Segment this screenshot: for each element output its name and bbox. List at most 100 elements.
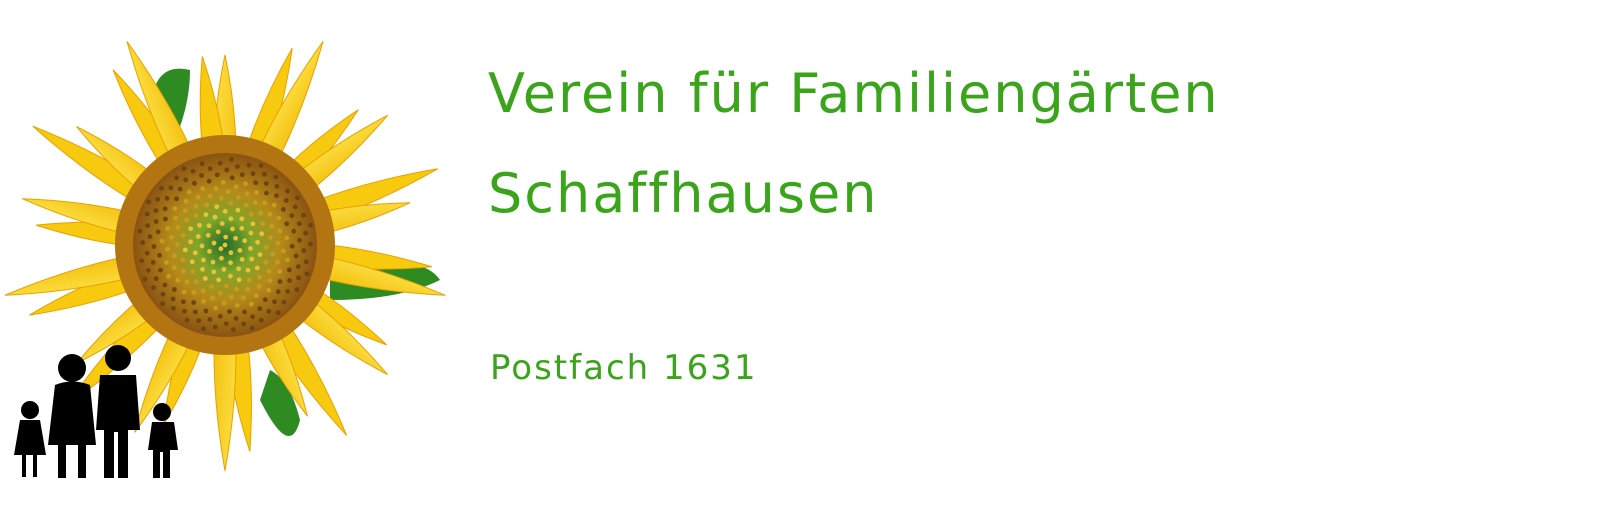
seed xyxy=(294,195,300,201)
seed xyxy=(217,313,223,319)
seed xyxy=(193,309,198,315)
seed xyxy=(145,268,151,273)
seed xyxy=(162,206,168,212)
seed xyxy=(181,289,187,295)
seed xyxy=(250,314,256,320)
seed xyxy=(243,181,248,187)
seed xyxy=(228,294,234,300)
seed xyxy=(296,221,302,227)
seed xyxy=(191,290,197,295)
seed xyxy=(224,167,230,173)
seed xyxy=(235,194,241,200)
seed xyxy=(180,268,186,274)
seed xyxy=(289,213,295,219)
seed xyxy=(219,255,224,261)
seed xyxy=(257,252,263,257)
seed xyxy=(159,238,165,244)
seed xyxy=(188,239,194,245)
seed xyxy=(145,223,151,228)
seed xyxy=(222,242,228,248)
seed xyxy=(276,215,282,221)
seed xyxy=(212,324,218,330)
seed xyxy=(207,317,213,322)
seed xyxy=(285,188,290,194)
seed xyxy=(169,234,174,240)
seed xyxy=(201,326,206,332)
seed xyxy=(166,273,172,279)
seed xyxy=(239,172,245,178)
seed xyxy=(281,248,286,254)
seed xyxy=(183,198,189,204)
seed xyxy=(258,163,264,168)
seed xyxy=(225,189,231,195)
seed xyxy=(236,277,242,283)
seed xyxy=(181,166,187,171)
seed xyxy=(304,271,310,277)
seed xyxy=(195,234,201,239)
seed xyxy=(160,291,166,297)
seed xyxy=(204,202,210,208)
seed xyxy=(259,231,265,237)
seed xyxy=(284,221,290,227)
seed xyxy=(245,267,251,273)
seed xyxy=(193,213,199,219)
seed xyxy=(269,223,275,229)
seed xyxy=(144,211,150,217)
seed xyxy=(254,265,260,271)
seed xyxy=(184,317,190,323)
seed xyxy=(170,296,176,302)
seed xyxy=(182,247,188,253)
seed xyxy=(249,325,255,331)
seed xyxy=(212,214,218,220)
seed xyxy=(192,180,197,186)
seed xyxy=(280,207,286,212)
seed xyxy=(228,250,234,256)
seed xyxy=(182,208,188,214)
seed xyxy=(262,171,267,177)
seed xyxy=(175,277,181,283)
seed xyxy=(253,180,259,186)
seed xyxy=(199,173,204,178)
seed xyxy=(241,295,246,301)
seed xyxy=(264,244,269,250)
seed xyxy=(151,285,156,291)
seed xyxy=(165,246,170,252)
seed xyxy=(195,194,201,200)
seed xyxy=(189,259,195,265)
seed xyxy=(223,234,229,240)
seed xyxy=(173,215,178,221)
seed xyxy=(157,252,162,258)
association-title-line-2: Schaffhausen xyxy=(488,162,879,225)
seed xyxy=(196,318,202,324)
seed xyxy=(180,257,186,263)
seed xyxy=(264,190,269,196)
seed xyxy=(301,248,307,253)
seed xyxy=(188,226,194,232)
seed xyxy=(175,242,180,247)
seed xyxy=(200,288,206,294)
seed xyxy=(274,183,280,189)
seed xyxy=(233,184,239,190)
seed xyxy=(162,282,168,288)
seed xyxy=(190,168,196,174)
seed xyxy=(248,246,253,251)
seed xyxy=(200,266,205,272)
seed xyxy=(193,279,199,285)
seed xyxy=(242,309,247,315)
seed xyxy=(158,267,163,273)
seed xyxy=(151,244,157,249)
seed xyxy=(139,258,145,264)
seed xyxy=(229,175,235,181)
seed xyxy=(275,289,281,295)
seed xyxy=(246,277,252,283)
seed xyxy=(177,186,183,192)
seed xyxy=(228,216,234,222)
seed xyxy=(228,200,234,206)
seed xyxy=(223,321,229,326)
seed xyxy=(210,295,215,301)
seed xyxy=(221,266,227,272)
seed xyxy=(277,228,283,234)
seed xyxy=(263,181,269,186)
seed xyxy=(197,222,202,228)
seed xyxy=(267,212,273,217)
